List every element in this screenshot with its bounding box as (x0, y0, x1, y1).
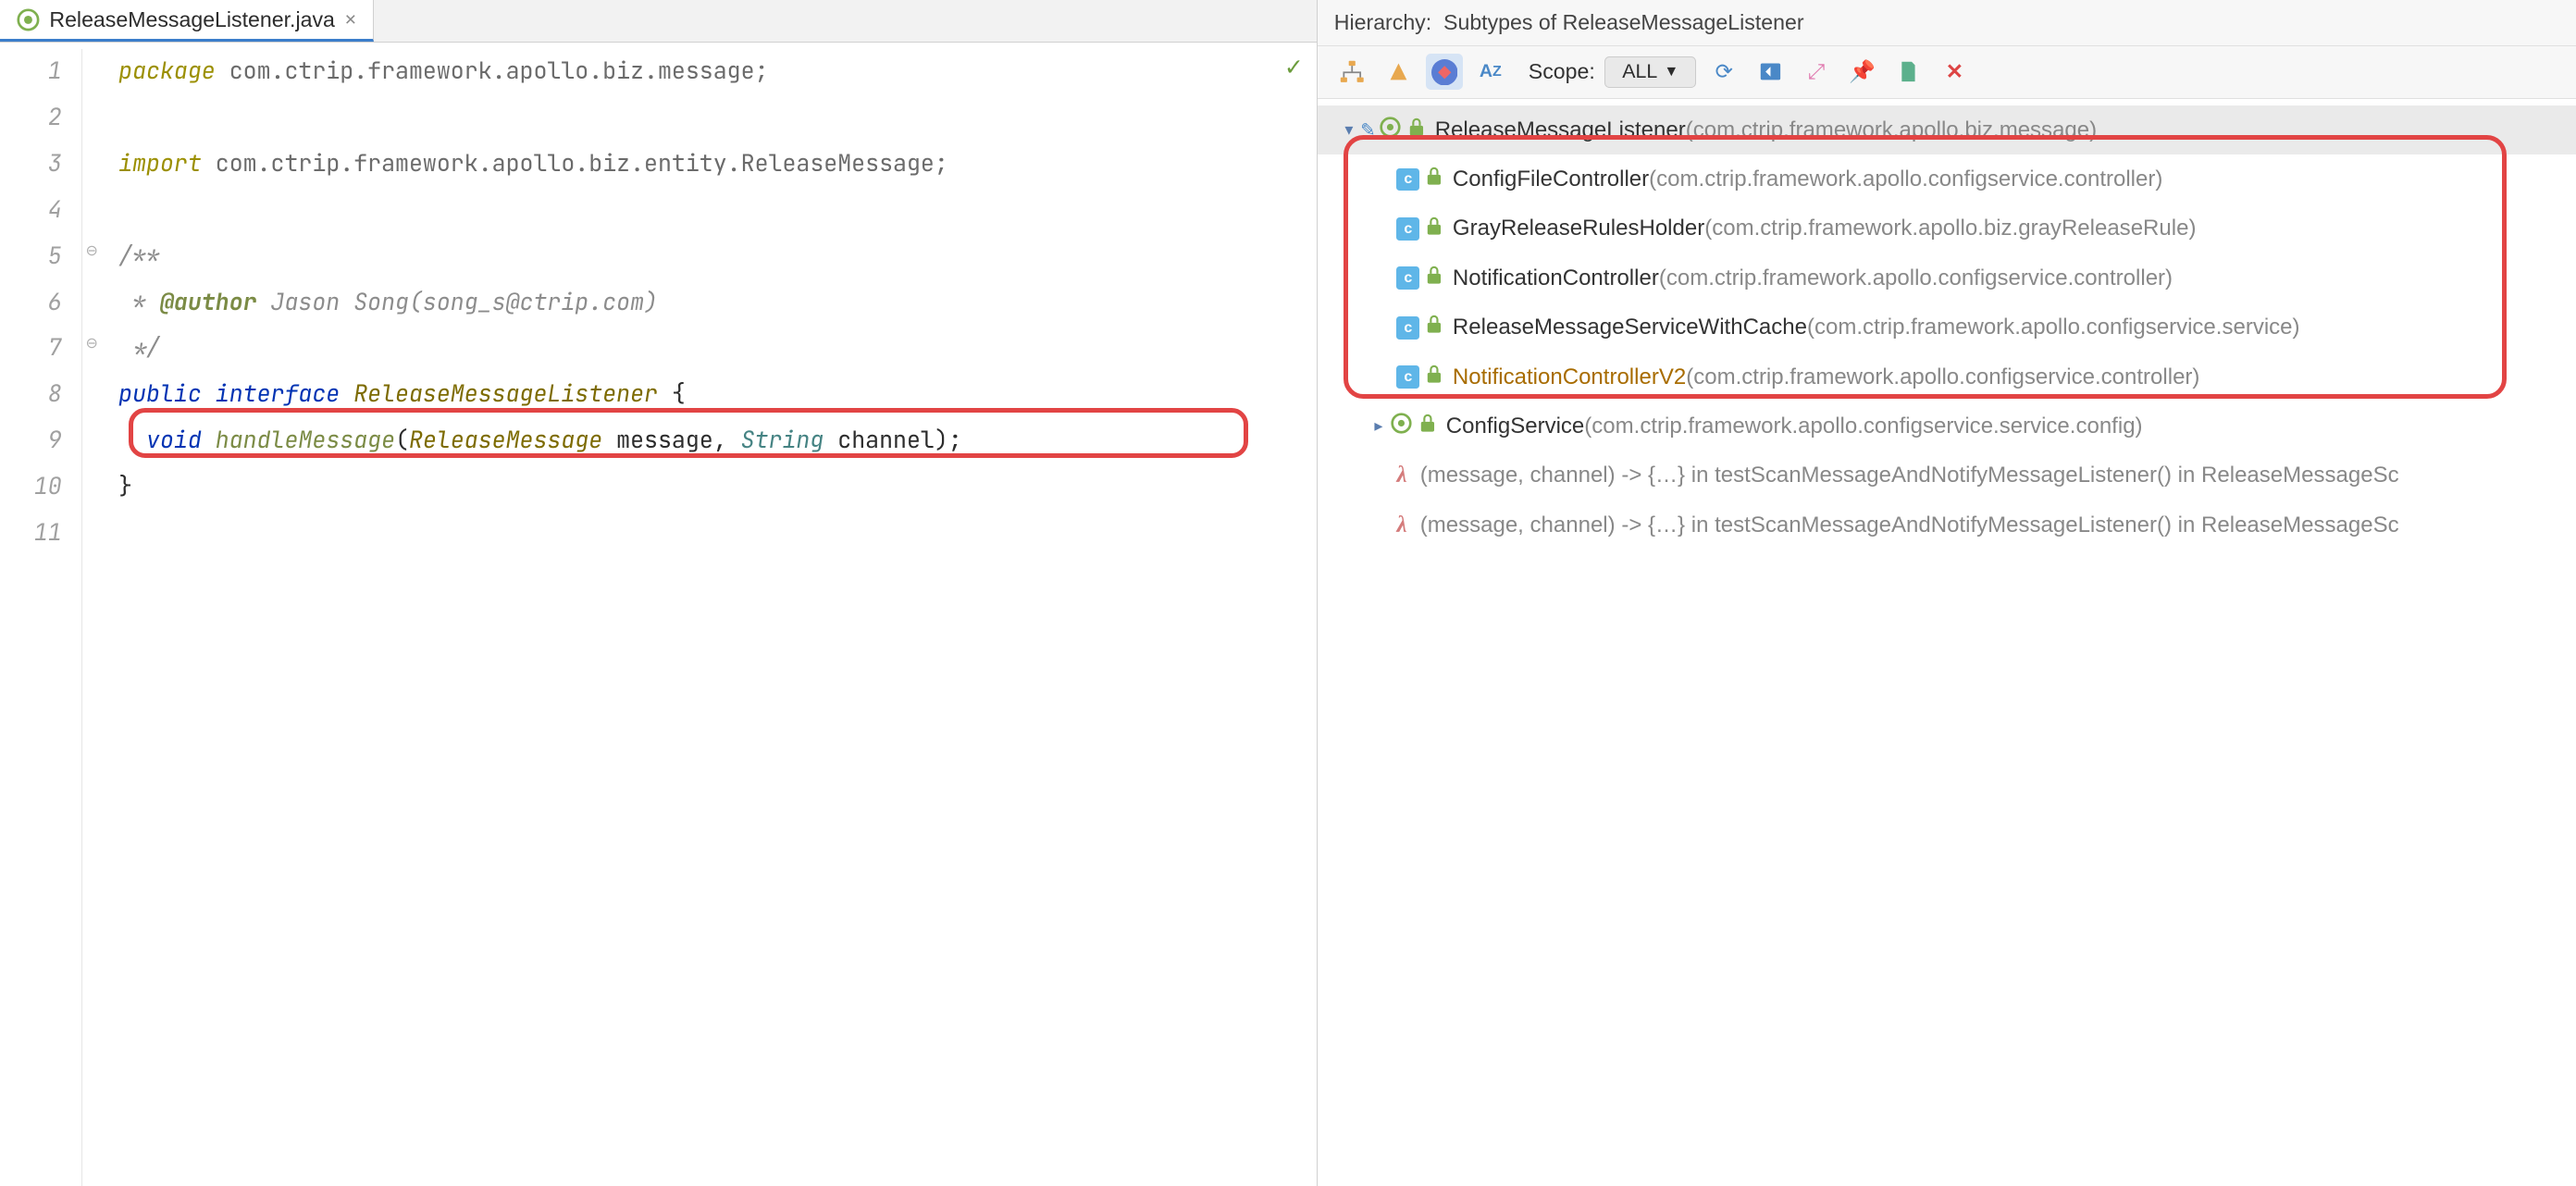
supertypes-icon[interactable] (1381, 54, 1417, 90)
interface-icon (1379, 116, 1402, 144)
lock-icon (1419, 414, 1436, 439)
line-number: 5 (0, 234, 62, 280)
editor-pane: ReleaseMessageListener.java × 1234567891… (0, 0, 1318, 1186)
item-package: (com.ctrip.framework.apollo.configservic… (1659, 266, 2173, 291)
class-icon: c (1396, 168, 1419, 191)
sort-alpha-icon[interactable]: AZ (1472, 54, 1508, 90)
line-number: 9 (0, 418, 62, 464)
item-package: (com.ctrip.framework.apollo.configservic… (1807, 315, 2300, 340)
code-line[interactable] (118, 511, 1317, 557)
item-package: (com.ctrip.framework.apollo.biz.message) (1686, 117, 2097, 143)
hierarchy-pane: Hierarchy: Subtypes of ReleaseMessageLis… (1318, 0, 2576, 1186)
lambda-icon: λ (1396, 513, 1406, 538)
refresh-icon[interactable]: ⟳ (1706, 54, 1742, 90)
twisty-icon[interactable]: ▸ (1367, 416, 1390, 436)
item-name: GrayReleaseRulesHolder (1453, 216, 1704, 241)
close-hierarchy-icon[interactable]: ✕ (1937, 54, 1973, 90)
code-line[interactable]: * @author Jason Song(song_s@ctrip.com) (118, 280, 1317, 327)
autoscroll-icon[interactable] (1752, 54, 1789, 90)
expand-icon[interactable]: ⤢ (1798, 54, 1834, 90)
scope-value: ALL (1622, 60, 1657, 83)
line-number: 4 (0, 188, 62, 234)
line-number: 8 (0, 372, 62, 418)
lock-icon (1408, 117, 1425, 142)
subtypes-icon[interactable] (1426, 54, 1462, 90)
class-icon: c (1396, 316, 1419, 340)
fold-icon[interactable]: ⊖ (86, 241, 98, 260)
item-package: (com.ctrip.framework.apollo.biz.grayRele… (1704, 216, 2196, 241)
code-line[interactable] (118, 95, 1317, 142)
lambda-icon: λ (1396, 463, 1406, 488)
line-number-gutter: 1234567891011 (0, 49, 82, 1185)
code-line[interactable]: /** (118, 234, 1317, 280)
pin-icon[interactable]: 📌 (1844, 54, 1880, 90)
class-icon: c (1396, 365, 1419, 389)
item-name: ReleaseMessageServiceWithCache (1453, 315, 1807, 340)
tree-row[interactable]: λ (message, channel) -> {…} in testScanMe… (1318, 451, 2576, 500)
code-area[interactable]: package com.ctrip.framework.apollo.biz.m… (105, 49, 1317, 1185)
tree-row[interactable]: c NotificationControllerV2 (com.ctrip.fra… (1318, 352, 2576, 402)
hierarchy-header: Hierarchy: Subtypes of ReleaseMessageLis… (1318, 0, 2576, 46)
interface-icon (1390, 412, 1413, 440)
chevron-down-icon: ▼ (1664, 63, 1678, 80)
scope-label: Scope: (1529, 59, 1595, 84)
code-line[interactable]: package com.ctrip.framework.apollo.biz.m… (118, 49, 1317, 95)
class-hierarchy-icon[interactable] (1334, 54, 1370, 90)
line-number: 1 (0, 49, 62, 95)
tree-row[interactable]: c ReleaseMessageServiceWithCache (com.ctr… (1318, 303, 2576, 352)
tree-row[interactable]: c NotificationController (com.ctrip.frame… (1318, 253, 2576, 303)
editor-body[interactable]: 1234567891011 ⊖ ⊖ package com.ctrip.fram… (0, 43, 1317, 1185)
fold-icon[interactable]: ⊖ (86, 333, 98, 352)
tree-row[interactable]: ▾✎ ReleaseMessageListener (com.ctrip.fram… (1318, 105, 2576, 154)
hierarchy-title: Subtypes of ReleaseMessageListener (1443, 10, 1804, 35)
twisty-icon[interactable]: ▾ (1337, 120, 1360, 140)
item-name: (message, channel) -> {…} in testScanMes… (1420, 513, 2399, 538)
code-line[interactable]: import com.ctrip.framework.apollo.biz.en… (118, 142, 1317, 188)
tree-row[interactable]: c ConfigFileController (com.ctrip.framewo… (1318, 154, 2576, 204)
editor-tab[interactable]: ReleaseMessageListener.java × (0, 0, 374, 42)
lock-icon (1426, 167, 1443, 191)
tab-bar: ReleaseMessageListener.java × (0, 0, 1317, 43)
lock-icon (1426, 364, 1443, 389)
item-package: (com.ctrip.framework.apollo.configservic… (1584, 414, 2142, 439)
line-number: 10 (0, 464, 62, 511)
tree-row[interactable]: ▸ ConfigService (com.ctrip.framework.apol… (1318, 402, 2576, 451)
lock-icon (1426, 315, 1443, 340)
item-name: ReleaseMessageListener (1435, 117, 1686, 143)
class-icon: c (1396, 217, 1419, 241)
line-number: 7 (0, 326, 62, 372)
analysis-ok-icon: ✓ (1284, 53, 1304, 82)
lock-icon (1426, 216, 1443, 241)
item-package: (com.ctrip.framework.apollo.configservic… (1686, 364, 2199, 390)
hierarchy-toolbar: AZ Scope: ALL ▼ ⟳ ⤢ 📌 ✕ (1318, 46, 2576, 99)
code-line[interactable]: public interface ReleaseMessageListener … (118, 372, 1317, 418)
item-name: NotificationController (1453, 266, 1659, 291)
code-line[interactable]: void handleMessage(ReleaseMessage messag… (118, 418, 1317, 464)
close-icon[interactable]: × (345, 8, 356, 31)
line-number: 11 (0, 511, 62, 557)
item-name: ConfigFileController (1453, 167, 1649, 192)
hierarchy-tree: ▾✎ ReleaseMessageListener (com.ctrip.fram… (1318, 99, 2576, 1186)
class-icon: c (1396, 266, 1419, 290)
line-number: 3 (0, 142, 62, 188)
scope-selector[interactable]: ALL ▼ (1604, 56, 1696, 88)
tree-row[interactable]: λ (message, channel) -> {…} in testScanMe… (1318, 500, 2576, 550)
java-interface-icon (17, 8, 40, 31)
hierarchy-title-prefix: Hierarchy: (1334, 10, 1431, 35)
code-line[interactable]: } (118, 464, 1317, 511)
tab-filename: ReleaseMessageListener.java (49, 7, 335, 32)
item-name: ConfigService (1446, 414, 1585, 439)
lock-icon (1426, 266, 1443, 290)
line-number: 6 (0, 280, 62, 327)
gutter-marks: ⊖ ⊖ (82, 49, 105, 1185)
edit-icon: ✎ (1360, 119, 1375, 142)
code-line[interactable] (118, 188, 1317, 234)
item-name: NotificationControllerV2 (1453, 364, 1686, 390)
item-name: (message, channel) -> {…} in testScanMes… (1420, 463, 2399, 488)
item-package: (com.ctrip.framework.apollo.configservic… (1649, 167, 2162, 192)
line-number: 2 (0, 95, 62, 142)
code-line[interactable]: */ (118, 326, 1317, 372)
tree-row[interactable]: c GrayReleaseRulesHolder (com.ctrip.frame… (1318, 204, 2576, 253)
export-icon[interactable] (1890, 54, 1926, 90)
